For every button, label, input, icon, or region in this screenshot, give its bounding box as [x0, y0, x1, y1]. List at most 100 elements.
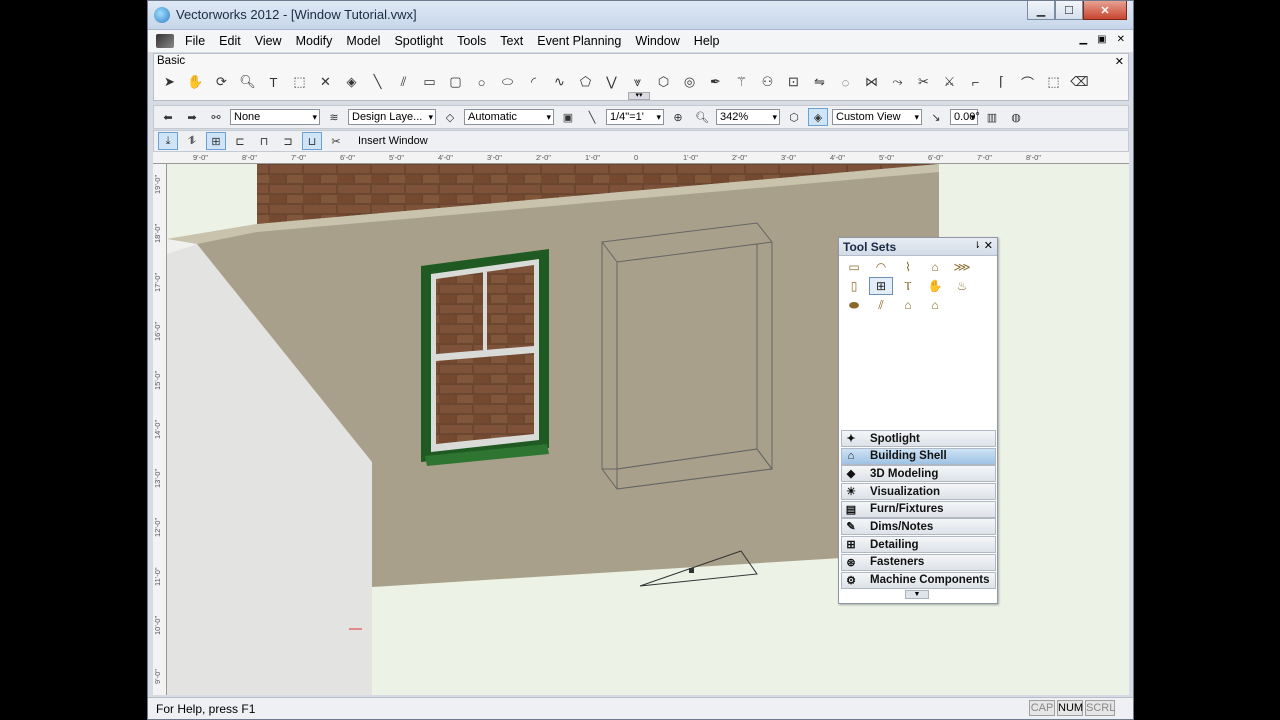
pin-icon[interactable]: ⇂	[973, 240, 981, 251]
doc-close-button[interactable]: ✕	[1117, 34, 1125, 45]
walkthrough-icon[interactable]: ⚇	[756, 72, 779, 92]
class-select[interactable]: None	[230, 109, 320, 125]
menu-view[interactable]: View	[248, 34, 289, 48]
menu-spotlight[interactable]: Spotlight	[387, 34, 450, 48]
zoom-select[interactable]: 342%	[716, 109, 780, 125]
reshape-icon[interactable]: ⌒	[1016, 72, 1039, 92]
toolset-dims-notes[interactable]: ✎ Dims/Notes	[841, 518, 996, 536]
scroll-more-button[interactable]: ▼	[905, 590, 929, 599]
split-icon[interactable]: ⚔	[938, 72, 961, 92]
align-left-icon[interactable]: ⊏	[230, 132, 250, 150]
tool-sets-close[interactable]: ✕	[984, 239, 993, 252]
slab-icon[interactable]: ♨	[950, 277, 974, 295]
fillet-icon[interactable]: ⋈	[860, 72, 883, 92]
menu-file[interactable]: File	[178, 34, 212, 48]
insertion-mode-2-icon[interactable]: ⥮	[182, 132, 202, 150]
menu-tools[interactable]: Tools	[450, 34, 493, 48]
projection-icon[interactable]: ▣	[558, 108, 578, 126]
scale-field[interactable]: 1/4"=1'	[606, 109, 664, 125]
class-options-icon[interactable]: ⚯	[206, 108, 226, 126]
window-tool-icon[interactable]: ⊞	[869, 277, 893, 295]
text-icon[interactable]: T	[262, 72, 285, 92]
beam-icon[interactable]: ⬬	[842, 296, 866, 314]
palette-expand-grip[interactable]: ▾▾	[628, 92, 650, 100]
spiral-icon[interactable]: ◎	[678, 72, 701, 92]
view-select[interactable]: Custom View	[832, 109, 922, 125]
insertion-mode-1-icon[interactable]: ⤓	[158, 132, 178, 150]
toolset-building-shell[interactable]: ⌂ Building Shell	[841, 447, 996, 465]
arc-icon[interactable]: ◜	[522, 72, 545, 92]
menu-model[interactable]: Model	[339, 34, 387, 48]
dormer-icon[interactable]: ⌂	[923, 296, 947, 314]
toolset-visualization[interactable]: ☀ Visualization	[841, 483, 996, 501]
callout-icon[interactable]: ⬚	[288, 72, 311, 92]
x-icon[interactable]: ✕	[314, 72, 337, 92]
render-icon[interactable]: ◇	[440, 108, 460, 126]
stair-icon[interactable]: ⌇	[896, 258, 920, 276]
freehand-icon[interactable]: ∿	[548, 72, 571, 92]
roof-face-icon[interactable]: ⌂	[896, 296, 920, 314]
toolset-spotlight[interactable]: ✦ Spotlight	[841, 430, 996, 447]
arrow-icon[interactable]: ➤	[158, 72, 181, 92]
back-arrow-icon[interactable]: ⬅	[158, 108, 178, 126]
horizontal-ruler[interactable]: 9'-0" 8'-0" 7'-0" 6'-0" 5'-0" 4'-0" 3'-0…	[153, 152, 1129, 164]
basic-palette-close[interactable]: ✕	[1115, 55, 1124, 68]
zoom-fit-icon[interactable]: ⊕	[668, 108, 688, 126]
vertical-ruler[interactable]: 19'-0" 18'-0" 17'-0" 16'-0" 15'-0" 14'-0…	[153, 164, 167, 695]
floor-icon[interactable]: ✋	[923, 277, 947, 295]
rounded-rect-icon[interactable]: ▢	[444, 72, 467, 92]
oval-icon[interactable]: ⬭	[496, 72, 519, 92]
doc-restore-button[interactable]: ▣	[1097, 34, 1106, 45]
menu-event-planning[interactable]: Event Planning	[530, 34, 628, 48]
polygon-icon[interactable]: ⬠	[574, 72, 597, 92]
double-line-icon[interactable]: ⫽	[392, 72, 415, 92]
toolset-detailing[interactable]: ⊞ Detailing	[841, 536, 996, 554]
toolset-fasteners[interactable]: ⊛ Fasteners	[841, 553, 996, 571]
doc-minimize-button[interactable]: ▁	[1079, 34, 1087, 45]
align-top-icon[interactable]: ⊔	[302, 132, 322, 150]
attributes-icon[interactable]: ◈	[340, 72, 363, 92]
menu-modify[interactable]: Modify	[289, 34, 340, 48]
zoom-icon-small[interactable]: 🔍︎	[692, 108, 712, 126]
maximize-button[interactable]: ☐	[1055, 1, 1083, 20]
offset-icon[interactable]: ⤳	[886, 72, 909, 92]
clip-icon[interactable]: ◌	[834, 72, 857, 92]
angle-icon[interactable]: ↘	[926, 108, 946, 126]
pan-icon[interactable]: ✋	[184, 72, 207, 92]
view-bookmark-icon[interactable]: ⬡	[784, 108, 804, 126]
render-mode-select[interactable]: Automatic	[464, 109, 554, 125]
menu-window[interactable]: Window	[628, 34, 686, 48]
document-icon[interactable]	[156, 34, 174, 48]
toolset-3d-modeling[interactable]: ◆ 3D Modeling	[841, 465, 996, 483]
eraser-icon[interactable]: ⌫	[1068, 72, 1091, 92]
close-button[interactable]: ✕	[1083, 1, 1127, 20]
saved-views-icon[interactable]: ◍	[1006, 108, 1026, 126]
scale-icon[interactable]: ╲	[582, 108, 602, 126]
menu-help[interactable]: Help	[687, 34, 727, 48]
curve-icon[interactable]: ⬚	[1042, 72, 1065, 92]
minimize-button[interactable]: ▁	[1027, 1, 1055, 20]
eyedropper-icon[interactable]: ✒	[704, 72, 727, 92]
chamfer-icon[interactable]: ⌐	[964, 72, 987, 92]
regular-polygon-icon[interactable]: ⬡	[652, 72, 675, 92]
rectangle-icon[interactable]: ▭	[418, 72, 441, 92]
window-settings-icon[interactable]: ✂	[326, 132, 346, 150]
layers-visibility-icon[interactable]: ▥	[982, 108, 1002, 126]
forward-arrow-icon[interactable]: ➡	[182, 108, 202, 126]
standard-view-icon[interactable]: ◈	[808, 108, 828, 126]
align-center-icon[interactable]: ⊓	[254, 132, 274, 150]
menu-edit[interactable]: Edit	[212, 34, 248, 48]
angle-field[interactable]: 0.00°	[950, 109, 980, 125]
mirror-icon[interactable]: ⇋	[808, 72, 831, 92]
flyover-icon[interactable]: ⟳	[210, 72, 233, 92]
zoom-icon[interactable]: 🔍︎	[236, 72, 259, 92]
double-polyline-icon[interactable]: ⩔	[626, 72, 649, 92]
roof-icon[interactable]: ⌂	[923, 258, 947, 276]
layer-select[interactable]: Design Laye...	[348, 109, 436, 125]
circle-icon[interactable]: ○	[470, 72, 493, 92]
tool-sets-header[interactable]: Tool Sets ⇂ ✕	[839, 238, 997, 256]
alignment-mode-icon[interactable]: ⊞	[206, 132, 226, 150]
line-icon[interactable]: ╲	[366, 72, 389, 92]
polyline-icon[interactable]: ⋁	[600, 72, 623, 92]
door-icon[interactable]: ▯	[842, 277, 866, 295]
